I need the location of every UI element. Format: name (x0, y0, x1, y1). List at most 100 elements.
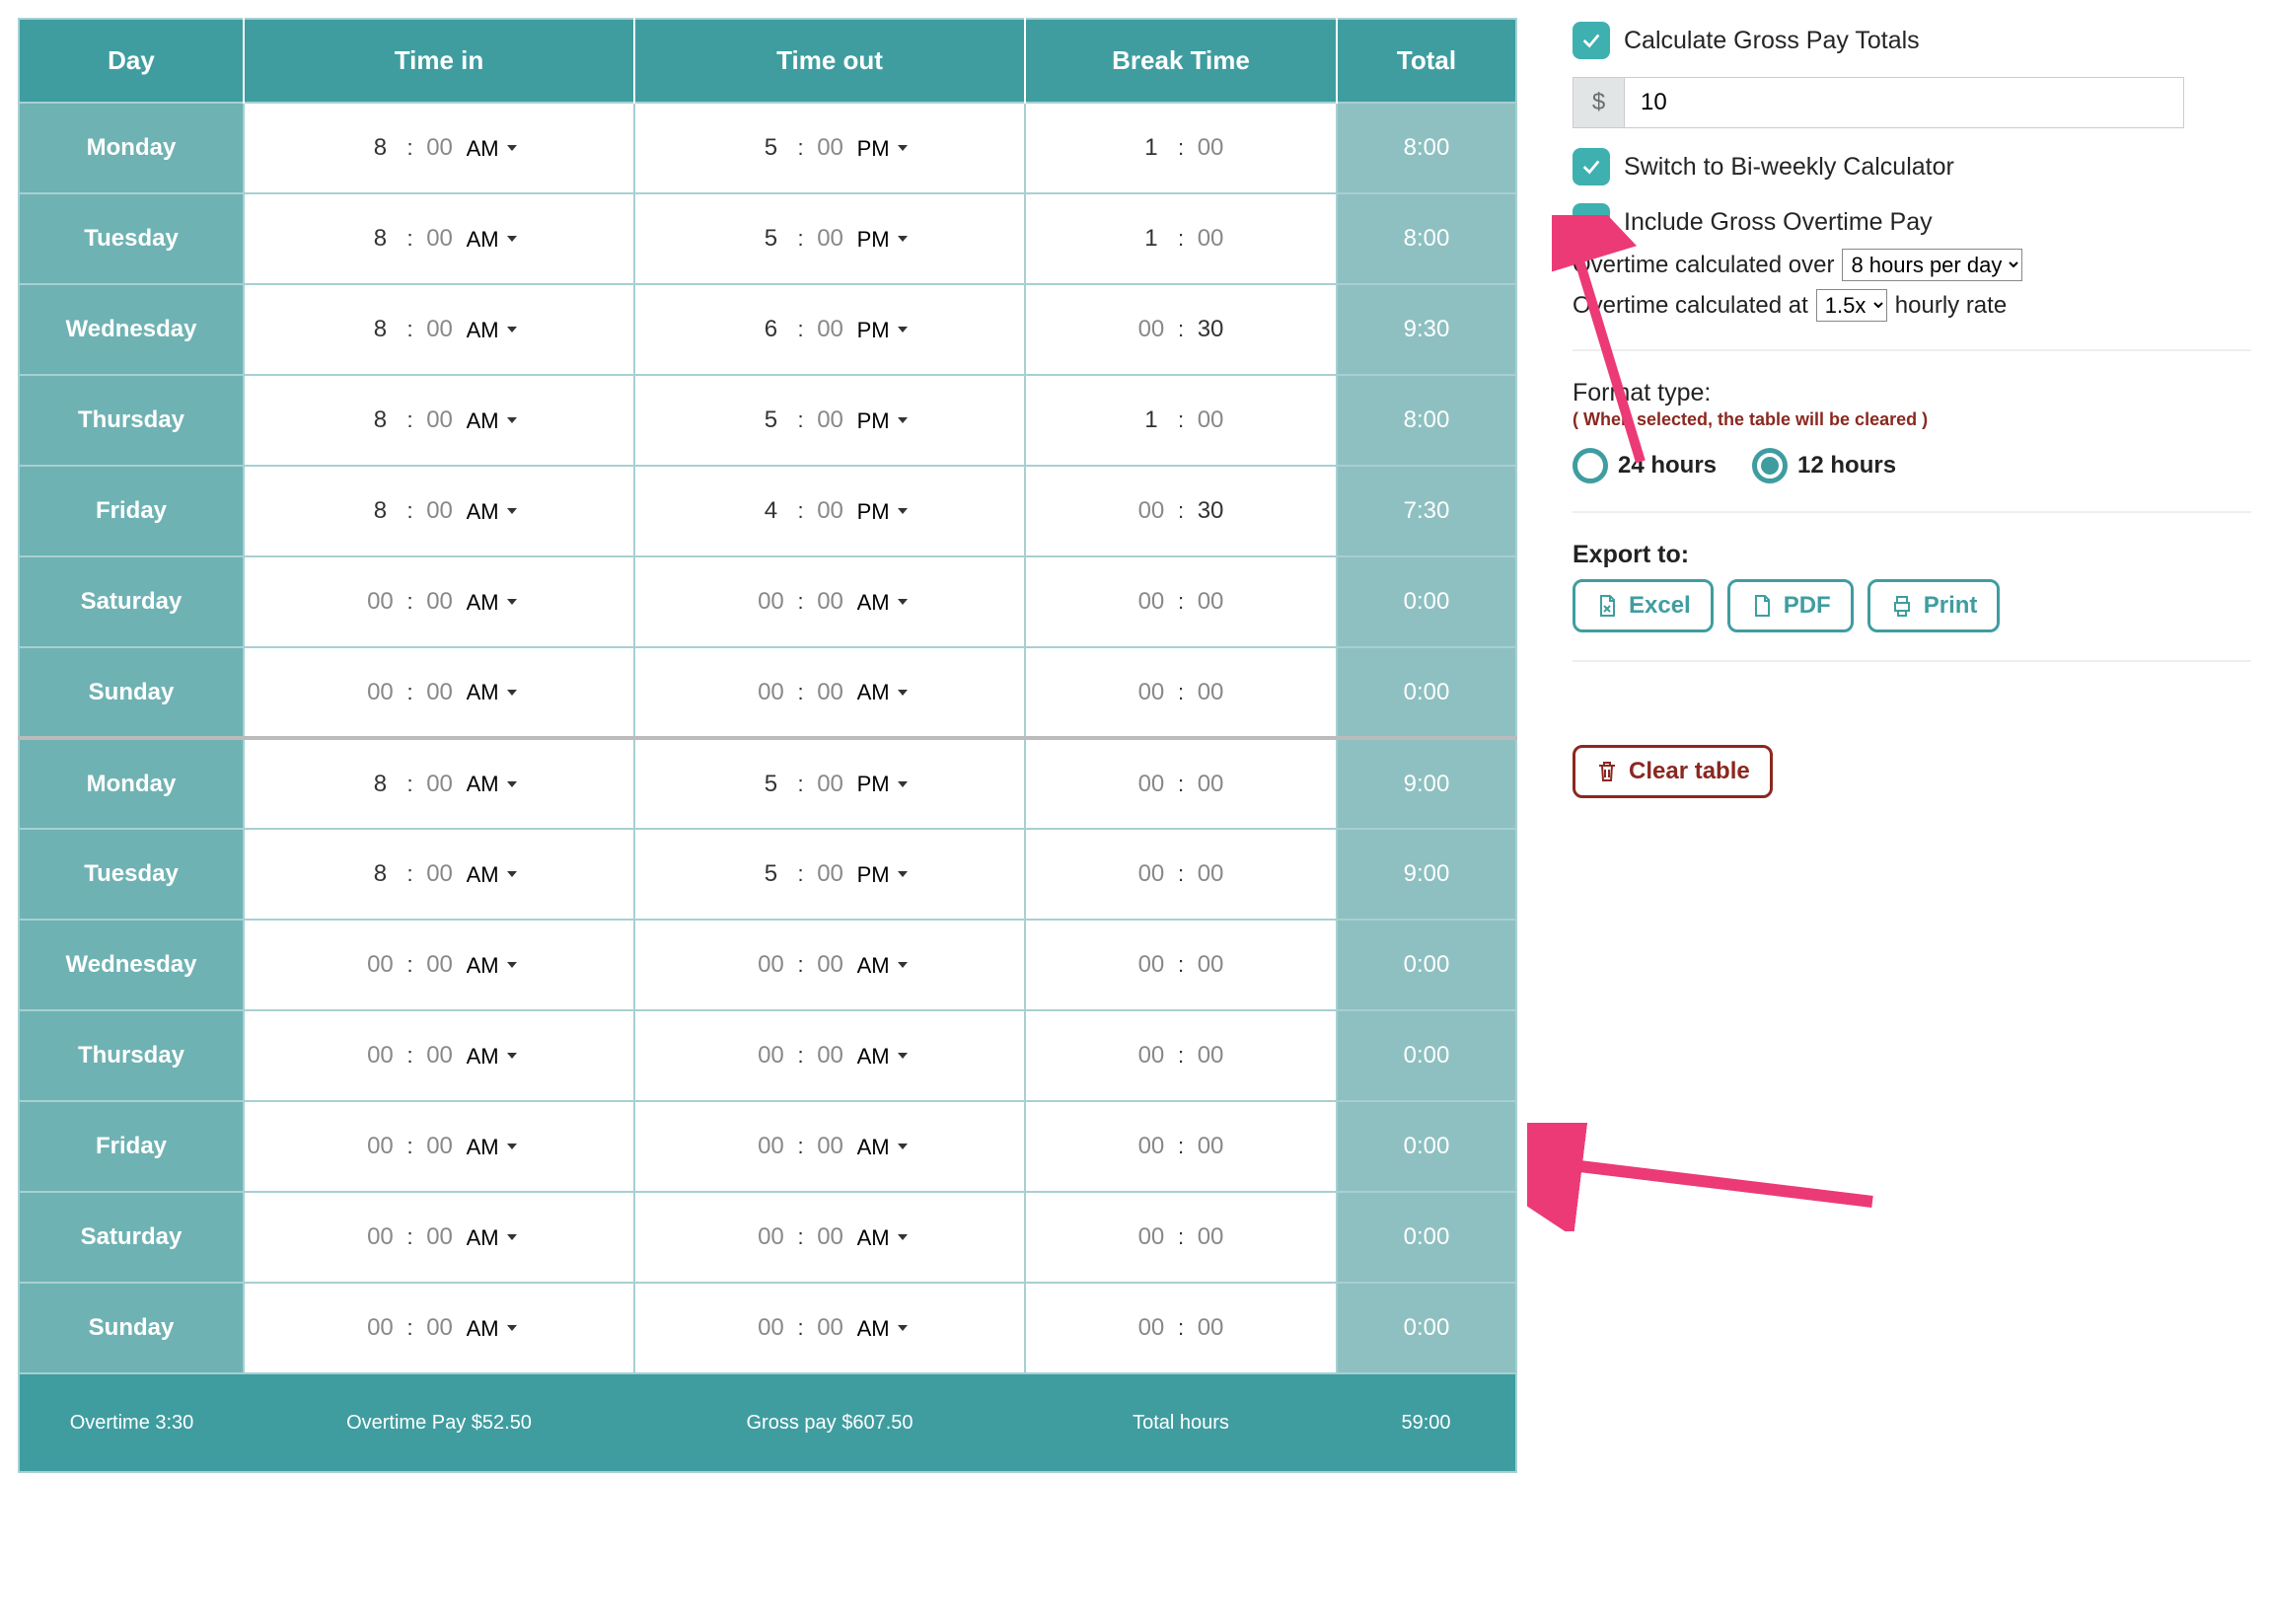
time-in-ampm-select[interactable]: AM (467, 136, 517, 161)
break-minute-input[interactable] (1192, 406, 1229, 435)
time-in-minute-input[interactable] (421, 587, 459, 617)
break-minute-input[interactable] (1192, 587, 1229, 617)
break-minute-input[interactable] (1192, 950, 1229, 980)
break-hour-input[interactable] (1133, 770, 1170, 799)
time-in-minute-input[interactable] (421, 496, 459, 526)
time-in-hour-input[interactable] (361, 1313, 399, 1343)
time-in-minute-input[interactable] (421, 1222, 459, 1252)
time-in-ampm-select[interactable]: AM (467, 1135, 517, 1159)
time-out-hour-input[interactable] (752, 406, 789, 435)
time-in-ampm-select[interactable]: AM (467, 1044, 517, 1069)
overtime-multiplier-select[interactable]: 1.5x (1816, 289, 1887, 322)
break-hour-input[interactable] (1133, 1041, 1170, 1070)
time-in-minute-input[interactable] (421, 1041, 459, 1070)
time-out-minute-input[interactable] (812, 406, 849, 435)
time-out-hour-input[interactable] (752, 770, 789, 799)
break-hour-input[interactable] (1133, 1132, 1170, 1161)
break-minute-input[interactable] (1192, 315, 1229, 344)
time-out-hour-input[interactable] (752, 496, 789, 526)
break-hour-input[interactable] (1133, 678, 1170, 707)
break-minute-input[interactable] (1192, 1222, 1229, 1252)
checkbox-biweekly[interactable] (1573, 148, 1610, 185)
time-out-ampm-select[interactable]: AM (857, 1044, 908, 1069)
time-in-minute-input[interactable] (421, 950, 459, 980)
time-out-hour-input[interactable] (752, 1313, 789, 1343)
time-out-minute-input[interactable] (812, 1222, 849, 1252)
break-minute-input[interactable] (1192, 770, 1229, 799)
time-out-minute-input[interactable] (812, 315, 849, 344)
time-in-ampm-select[interactable]: AM (467, 590, 517, 615)
break-hour-input[interactable] (1133, 1222, 1170, 1252)
time-in-ampm-select[interactable]: AM (467, 408, 517, 433)
time-out-minute-input[interactable] (812, 224, 849, 254)
time-out-ampm-select[interactable]: PM (857, 499, 908, 524)
break-minute-input[interactable] (1192, 133, 1229, 163)
time-out-minute-input[interactable] (812, 496, 849, 526)
time-out-minute-input[interactable] (812, 133, 849, 163)
break-hour-input[interactable] (1133, 1313, 1170, 1343)
break-hour-input[interactable] (1133, 224, 1170, 254)
time-out-ampm-select[interactable]: AM (857, 1316, 908, 1341)
overtime-threshold-select[interactable]: 8 hours per day (1842, 249, 2022, 281)
time-in-minute-input[interactable] (421, 406, 459, 435)
break-minute-input[interactable] (1192, 496, 1229, 526)
time-out-minute-input[interactable] (812, 1132, 849, 1161)
break-hour-input[interactable] (1133, 587, 1170, 617)
time-out-hour-input[interactable] (752, 950, 789, 980)
break-hour-input[interactable] (1133, 496, 1170, 526)
break-hour-input[interactable] (1133, 406, 1170, 435)
break-hour-input[interactable] (1133, 950, 1170, 980)
time-in-hour-input[interactable] (361, 224, 399, 254)
break-minute-input[interactable] (1192, 678, 1229, 707)
time-out-hour-input[interactable] (752, 678, 789, 707)
time-in-minute-input[interactable] (421, 678, 459, 707)
clear-table-button[interactable]: Clear table (1573, 745, 1773, 798)
time-in-hour-input[interactable] (361, 496, 399, 526)
export-excel-button[interactable]: Excel (1573, 579, 1714, 632)
time-in-hour-input[interactable] (361, 406, 399, 435)
time-out-ampm-select[interactable]: PM (857, 862, 908, 887)
time-out-ampm-select[interactable]: AM (857, 953, 908, 978)
time-out-minute-input[interactable] (812, 859, 849, 889)
time-in-hour-input[interactable] (361, 1041, 399, 1070)
time-out-ampm-select[interactable]: AM (857, 1225, 908, 1250)
time-out-ampm-select[interactable]: AM (857, 1135, 908, 1159)
break-minute-input[interactable] (1192, 1313, 1229, 1343)
time-out-hour-input[interactable] (752, 1132, 789, 1161)
time-in-hour-input[interactable] (361, 587, 399, 617)
time-out-minute-input[interactable] (812, 950, 849, 980)
time-in-hour-input[interactable] (361, 859, 399, 889)
time-in-ampm-select[interactable]: AM (467, 318, 517, 342)
break-hour-input[interactable] (1133, 133, 1170, 163)
time-in-hour-input[interactable] (361, 770, 399, 799)
radio-12-hours[interactable]: 12 hours (1752, 448, 1896, 483)
time-out-minute-input[interactable] (812, 678, 849, 707)
checkbox-overtime-pay[interactable] (1573, 203, 1610, 241)
break-minute-input[interactable] (1192, 224, 1229, 254)
time-out-hour-input[interactable] (752, 587, 789, 617)
time-in-ampm-select[interactable]: AM (467, 772, 517, 796)
time-in-hour-input[interactable] (361, 950, 399, 980)
break-minute-input[interactable] (1192, 1132, 1229, 1161)
time-in-ampm-select[interactable]: AM (467, 499, 517, 524)
break-minute-input[interactable] (1192, 859, 1229, 889)
time-in-hour-input[interactable] (361, 133, 399, 163)
time-out-ampm-select[interactable]: PM (857, 408, 908, 433)
time-out-ampm-select[interactable]: PM (857, 227, 908, 252)
time-out-ampm-select[interactable]: AM (857, 680, 908, 704)
time-in-hour-input[interactable] (361, 315, 399, 344)
hourly-rate-input[interactable] (1624, 77, 2184, 128)
radio-24-hours[interactable]: 24 hours (1573, 448, 1717, 483)
time-in-ampm-select[interactable]: AM (467, 227, 517, 252)
time-out-hour-input[interactable] (752, 315, 789, 344)
print-button[interactable]: Print (1867, 579, 2001, 632)
break-hour-input[interactable] (1133, 859, 1170, 889)
time-in-ampm-select[interactable]: AM (467, 680, 517, 704)
time-out-ampm-select[interactable]: PM (857, 318, 908, 342)
time-out-ampm-select[interactable]: PM (857, 772, 908, 796)
time-in-hour-input[interactable] (361, 1132, 399, 1161)
checkbox-gross-pay[interactable] (1573, 22, 1610, 59)
time-in-ampm-select[interactable]: AM (467, 862, 517, 887)
time-in-ampm-select[interactable]: AM (467, 953, 517, 978)
time-out-ampm-select[interactable]: PM (857, 136, 908, 161)
